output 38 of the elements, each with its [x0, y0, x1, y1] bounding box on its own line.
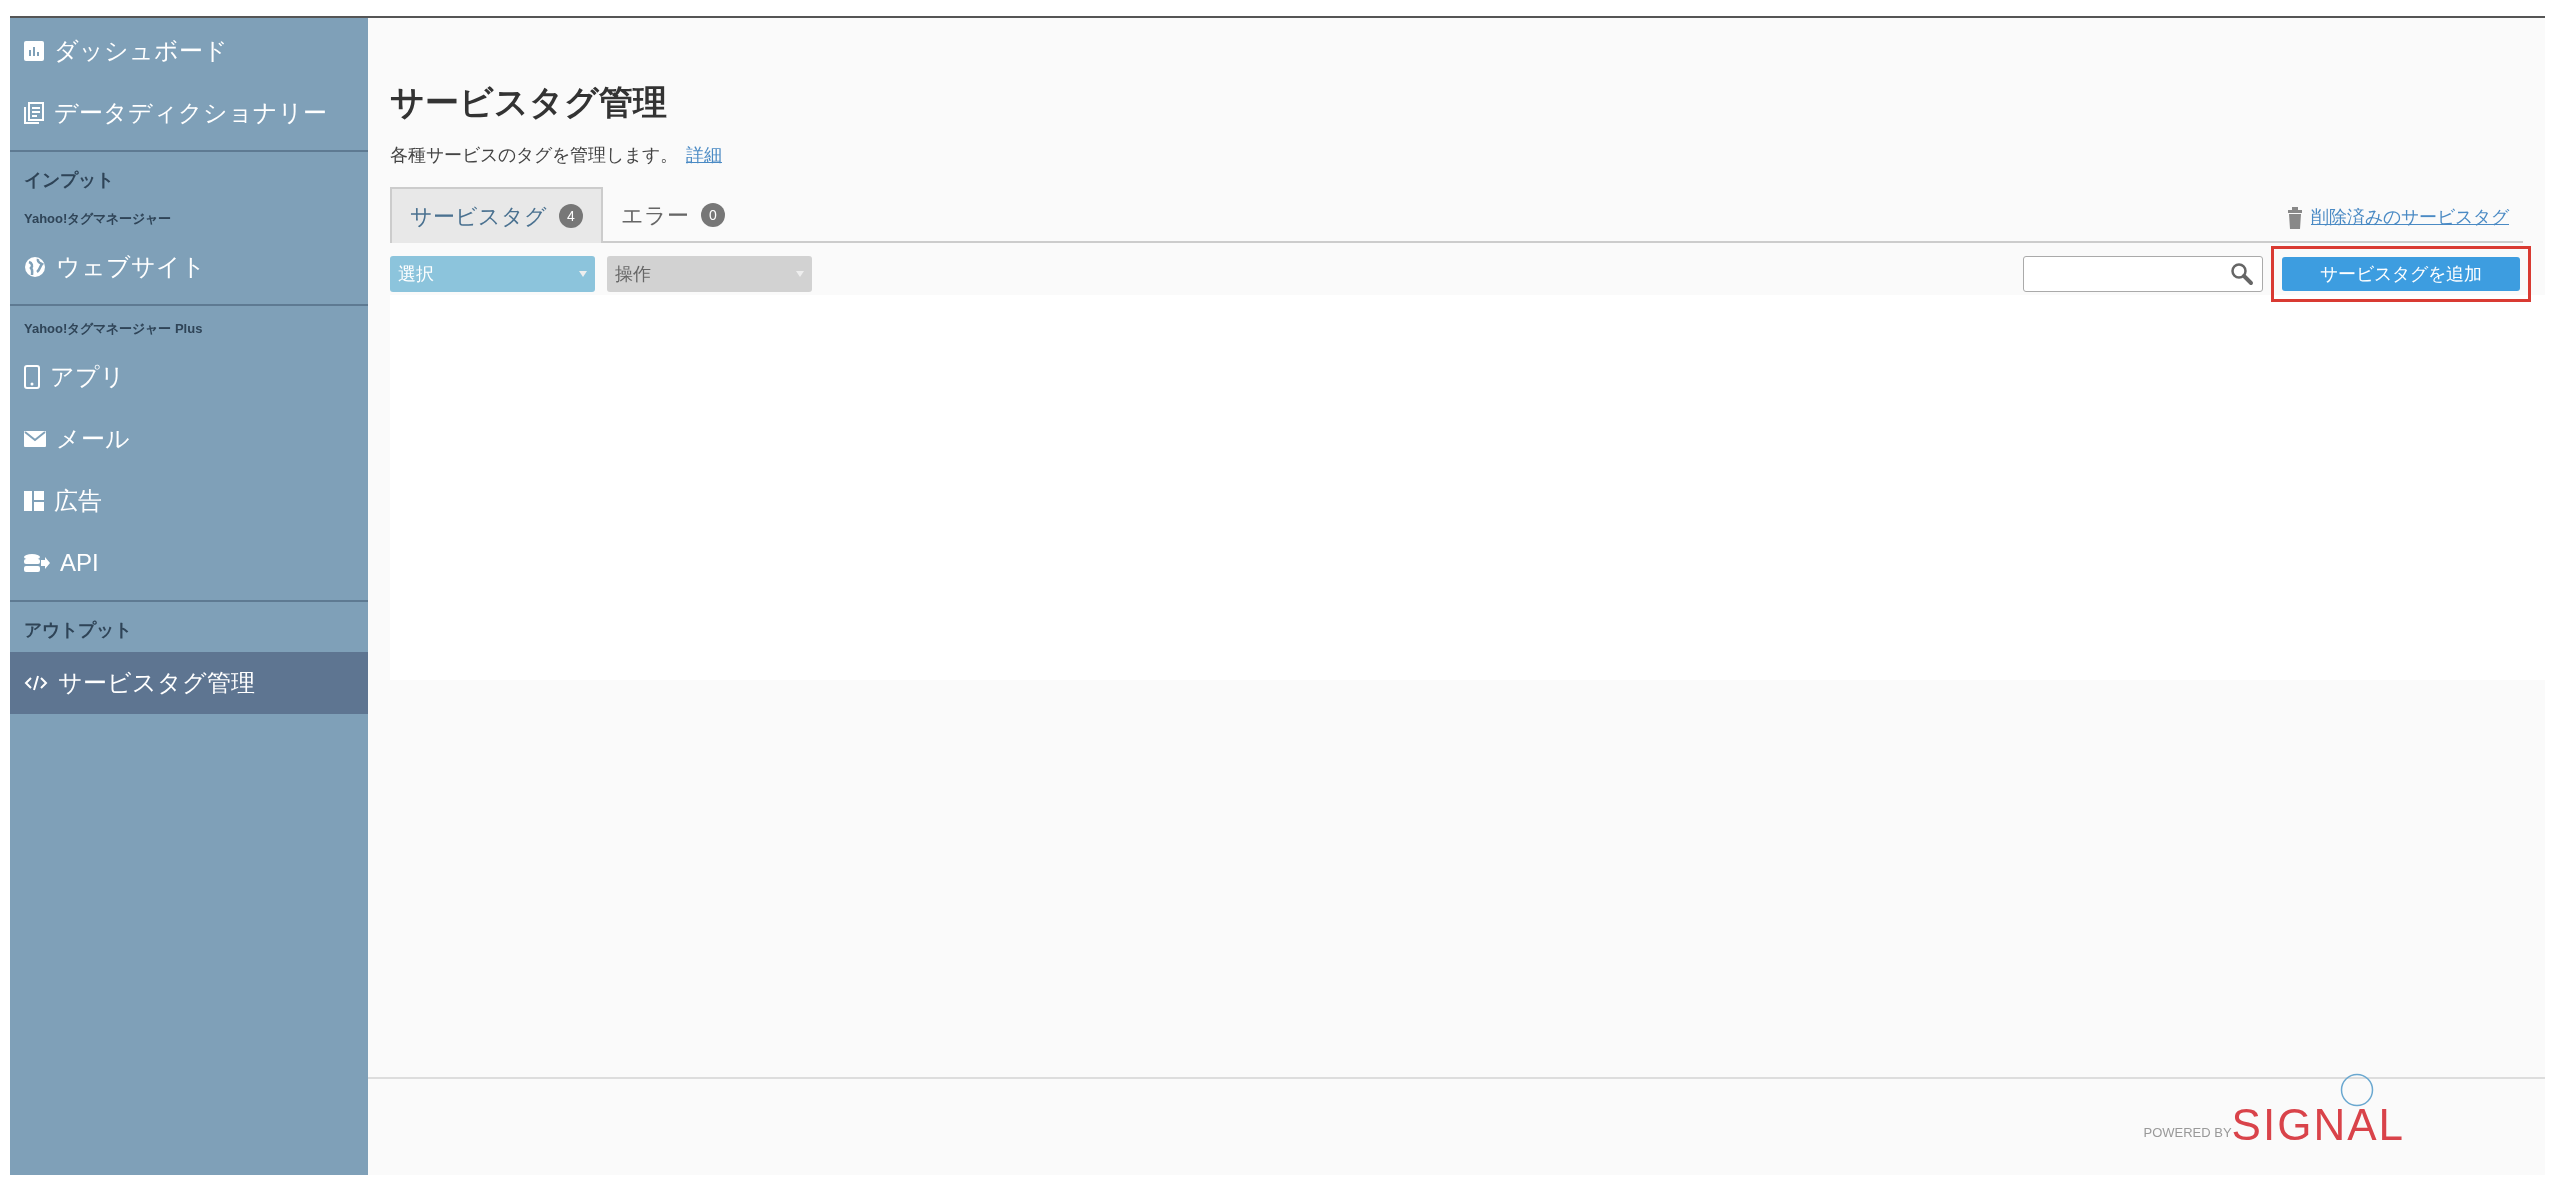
sidebar-item[interactable]: ウェブサイト — [10, 236, 368, 298]
sidebar-item[interactable]: サービスタグ管理 — [10, 652, 368, 714]
count-badge: 0 — [701, 203, 725, 227]
sidebar-item[interactable]: API — [10, 532, 368, 594]
sidebar-item[interactable]: メール — [10, 408, 368, 470]
dropdown[interactable]: 選択 — [390, 256, 595, 292]
caret-icon — [796, 271, 804, 277]
sidebar-item[interactable]: データディクショナリー — [10, 82, 368, 144]
sidebar-group-header: Yahoo!タグマネージャー Plus — [24, 320, 203, 339]
sidebar-item[interactable]: ダッシュボード — [10, 20, 368, 82]
phone-icon — [24, 365, 40, 389]
code-icon — [24, 674, 48, 692]
brand-logo-text: SIGNAL — [2231, 1100, 2405, 1149]
layout-icon — [24, 491, 44, 511]
add-service-tag-button[interactable]: サービスタグを追加 — [2282, 257, 2520, 291]
deleted-tags-link[interactable]: 削除済みのサービスタグ — [2311, 204, 2509, 231]
count-badge: 4 — [559, 204, 583, 228]
tab[interactable]: サービスタグ 4 — [390, 187, 603, 243]
document-icon — [24, 102, 44, 124]
database-arrow-icon — [24, 553, 50, 573]
powered-by-text: POWERED BY — [2143, 1123, 2232, 1142]
sidebar-section-header: アウトプット — [24, 618, 132, 642]
sidebar-item[interactable]: 広告 — [10, 470, 368, 532]
search-field[interactable] — [2023, 256, 2263, 292]
chart-icon — [24, 41, 44, 61]
caret-icon — [579, 271, 587, 277]
envelope-icon — [24, 431, 46, 447]
sidebar-group-header: Yahoo!タグマネージャー — [24, 210, 172, 229]
search-icon — [2230, 262, 2254, 286]
tab[interactable]: エラー 0 — [603, 187, 743, 243]
page-description: 各種サービスのタグを管理します。 — [390, 144, 678, 167]
sidebar-section-header: インプット — [24, 168, 114, 192]
trash-icon — [2287, 206, 2303, 229]
detail-link[interactable]: 詳細 — [686, 142, 722, 169]
globe-icon — [24, 256, 46, 278]
circle-icon — [2339, 1073, 2374, 1107]
sidebar-item[interactable]: アプリ — [10, 346, 368, 408]
page-title: サービスタグ管理 — [390, 82, 667, 123]
